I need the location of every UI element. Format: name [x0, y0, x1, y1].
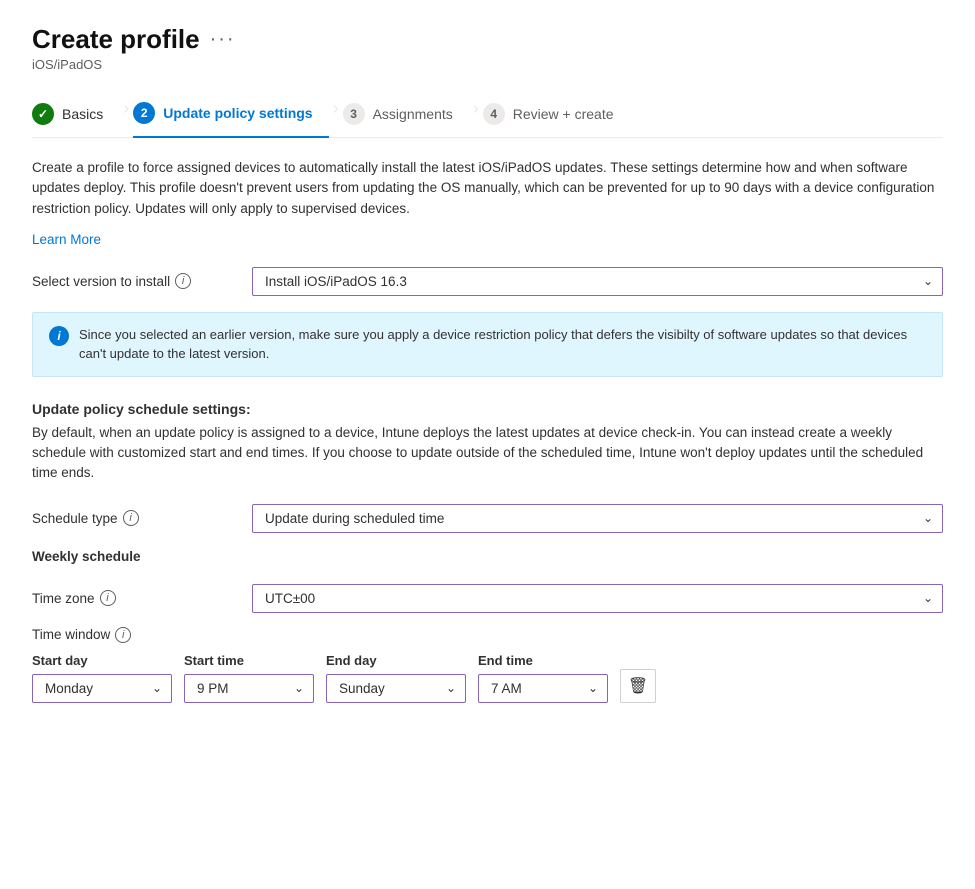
- schedule-section-heading: Update policy schedule settings:: [32, 401, 943, 417]
- select-version-label: Select version to install i: [32, 273, 252, 289]
- start-day-col: Start day Monday Sunday Tuesday Wednesda…: [32, 653, 172, 703]
- step-update-policy[interactable]: 2 Update policy settings: [133, 92, 328, 138]
- step-separator-2: ›: [329, 98, 343, 131]
- start-time-wrapper: 9 PM 12 AM1 AM2 AM3 AM 4 AM5 AM6 AM7 AM …: [184, 674, 314, 703]
- end-time-wrapper: 7 AM 12 AM1 AM2 AM3 AM 4 AM5 AM6 AM 8 AM…: [478, 674, 608, 703]
- start-day-label: Start day: [32, 653, 172, 668]
- step-review-create[interactable]: 4 Review + create: [483, 93, 630, 137]
- select-version-info-icon[interactable]: i: [175, 273, 191, 289]
- schedule-grid: Start day Monday Sunday Tuesday Wednesda…: [32, 653, 943, 703]
- end-day-wrapper: Sunday Monday Tuesday Wednesday Thursday…: [326, 674, 466, 703]
- info-banner: i Since you selected an earlier version,…: [32, 312, 943, 377]
- delete-schedule-button[interactable]: 🗑: [620, 669, 656, 703]
- learn-more-link[interactable]: Learn More: [32, 232, 101, 247]
- info-banner-text: Since you selected an earlier version, m…: [79, 325, 926, 364]
- schedule-type-label: Schedule type i: [32, 510, 252, 526]
- time-zone-wrapper: UTC±00 UTC-05:00 UTC+01:00 ⌄: [252, 584, 943, 613]
- end-day-label: End day: [326, 653, 466, 668]
- wizard-steps: ✓ Basics › 2 Update policy settings › 3 …: [32, 92, 943, 138]
- select-version-dropdown[interactable]: Install iOS/iPadOS 16.3 Latest update In…: [252, 267, 943, 296]
- info-banner-icon: i: [49, 326, 69, 346]
- page-description: Create a profile to force assigned devic…: [32, 158, 943, 219]
- time-zone-label: Time zone i: [32, 590, 252, 606]
- start-time-dropdown[interactable]: 9 PM 12 AM1 AM2 AM3 AM 4 AM5 AM6 AM7 AM …: [184, 674, 314, 703]
- time-zone-label-text: Time zone: [32, 591, 95, 606]
- check-icon: ✓: [38, 107, 48, 121]
- start-day-dropdown[interactable]: Monday Sunday Tuesday Wednesday Thursday…: [32, 674, 172, 703]
- schedule-type-row: Schedule type i Update during scheduled …: [32, 504, 943, 533]
- end-time-col: End time 7 AM 12 AM1 AM2 AM3 AM 4 AM5 AM…: [478, 653, 608, 703]
- page-subtitle: iOS/iPadOS: [32, 57, 943, 72]
- end-time-dropdown[interactable]: 7 AM 12 AM1 AM2 AM3 AM 4 AM5 AM6 AM 8 AM…: [478, 674, 608, 703]
- start-day-wrapper: Monday Sunday Tuesday Wednesday Thursday…: [32, 674, 172, 703]
- schedule-type-wrapper: Update during scheduled time Update at n…: [252, 504, 943, 533]
- step-update-policy-circle: 2: [133, 102, 155, 124]
- step-separator-3: ›: [469, 98, 483, 131]
- time-window-row: Time window i: [32, 627, 943, 643]
- page-header: Create profile ··· iOS/iPadOS: [32, 24, 943, 72]
- step-assignments[interactable]: 3 Assignments: [343, 93, 469, 137]
- schedule-type-info-icon[interactable]: i: [123, 510, 139, 526]
- step-basics-circle: ✓: [32, 103, 54, 125]
- page-title: Create profile: [32, 24, 200, 55]
- weekly-schedule-heading: Weekly schedule: [32, 549, 943, 564]
- end-day-col: End day Sunday Monday Tuesday Wednesday …: [326, 653, 466, 703]
- delete-col: 🗑: [620, 669, 656, 703]
- time-window-info-icon[interactable]: i: [115, 627, 131, 643]
- time-zone-info-icon[interactable]: i: [100, 590, 116, 606]
- start-time-label: Start time: [184, 653, 314, 668]
- schedule-description: By default, when an update policy is ass…: [32, 423, 943, 484]
- schedule-type-label-text: Schedule type: [32, 511, 118, 526]
- step-review-create-circle: 4: [483, 103, 505, 125]
- step-assignments-label: Assignments: [373, 106, 453, 122]
- step-assignments-circle: 3: [343, 103, 365, 125]
- time-window-label-text: Time window: [32, 627, 110, 642]
- delete-icon: 🗑: [628, 676, 648, 696]
- start-time-col: Start time 9 PM 12 AM1 AM2 AM3 AM 4 AM5 …: [184, 653, 314, 703]
- time-zone-row: Time zone i UTC±00 UTC-05:00 UTC+01:00 ⌄: [32, 584, 943, 613]
- step-basics[interactable]: ✓ Basics: [32, 93, 119, 137]
- end-day-dropdown[interactable]: Sunday Monday Tuesday Wednesday Thursday…: [326, 674, 466, 703]
- select-version-wrapper: Install iOS/iPadOS 16.3 Latest update In…: [252, 267, 943, 296]
- time-zone-dropdown[interactable]: UTC±00 UTC-05:00 UTC+01:00: [252, 584, 943, 613]
- step-separator-1: ›: [119, 98, 133, 131]
- more-options-icon[interactable]: ···: [210, 28, 236, 51]
- select-version-row: Select version to install i Install iOS/…: [32, 267, 943, 296]
- select-version-label-text: Select version to install: [32, 274, 170, 289]
- schedule-type-dropdown[interactable]: Update during scheduled time Update at n…: [252, 504, 943, 533]
- step-review-create-label: Review + create: [513, 106, 614, 122]
- step-basics-label: Basics: [62, 106, 103, 122]
- step-update-policy-label: Update policy settings: [163, 105, 312, 121]
- end-time-label: End time: [478, 653, 608, 668]
